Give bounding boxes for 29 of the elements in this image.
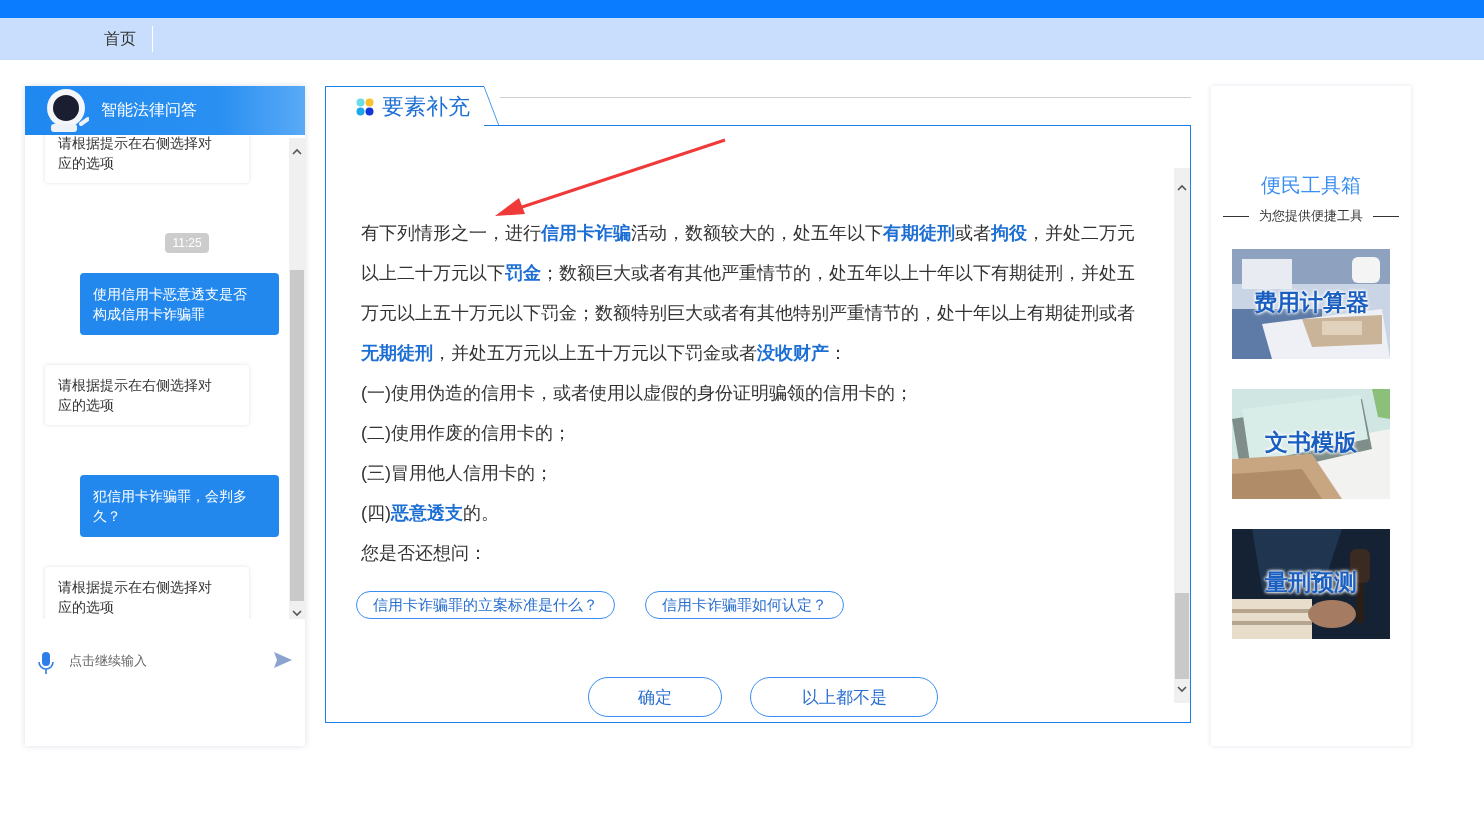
microphone-icon[interactable] [37,650,55,675]
confirm-button[interactable]: 确定 [588,677,722,717]
robot-icon [45,88,89,133]
clause-text: (二)使用作废的信用卡的； [361,422,572,445]
scrollbar-thumb[interactable] [290,269,304,601]
suggestion-chip[interactable]: 信用卡诈骗罪如何认定？ [645,591,844,619]
toolbox-subtitle: 为您提供便捷工具 [1259,207,1363,225]
section-tab[interactable]: 要素补充 [325,86,484,126]
tab-edge-icon [484,86,500,126]
toolbox-title: 便民工具箱 [1261,173,1361,198]
suggestion-chip[interactable]: 信用卡诈骗罪的立案标准是什么？ [356,591,615,619]
user-message: 犯信用卡诈骗罪，会判多久？ [80,474,279,537]
bot-message: 请根据提示在右侧选择对应的选项 [45,364,249,425]
clause-text: (三)冒用他人信用卡的； [361,462,554,485]
user-message: 使用信用卡恶意透支是否构成信用卡诈骗罪 [80,272,279,335]
bot-message: 请根据提示在右侧选择对应的选项 [45,566,249,619]
nav-tab[interactable]: 首页 [88,26,153,52]
tool-link[interactable]: 文书模版 [1232,427,1390,458]
clause-text: 您是否还想问： [361,542,488,565]
clover-icon [356,97,374,116]
clause-text: (一)使用伪造的信用卡，或者使用以虚假的身份证明骗领的信用卡的； [361,382,914,405]
scroll-down-icon[interactable] [1176,683,1188,695]
clause-text: 有下列情形之一，进行信用卡诈骗活动，数额较大的，处五年以下有期徒刑或者拘役，并处二万元以上二十万元以下罚金；数额巨大或者有其他严重情节的，处五年以上十年以下有期徒刑，并处五万元以上五十万元以下罚金；数额特别巨大或者有其他特别严重情节的，处十年以上有期徒刑或者无期徒刑，并处五万元以上五十万元以下罚金或者没收财产： [361,222,1136,365]
tool-link[interactable]: 费用计算器 [1232,287,1390,318]
none-button[interactable]: 以上都不是 [750,677,938,717]
bot-message: 请根据提示在右侧选择对应的选项 [45,134,249,183]
clause-text: (四)恶意透支的。 [361,502,500,525]
panel-title: 智能法律问答 [101,99,197,120]
scrollbar-thumb[interactable] [1175,593,1189,679]
